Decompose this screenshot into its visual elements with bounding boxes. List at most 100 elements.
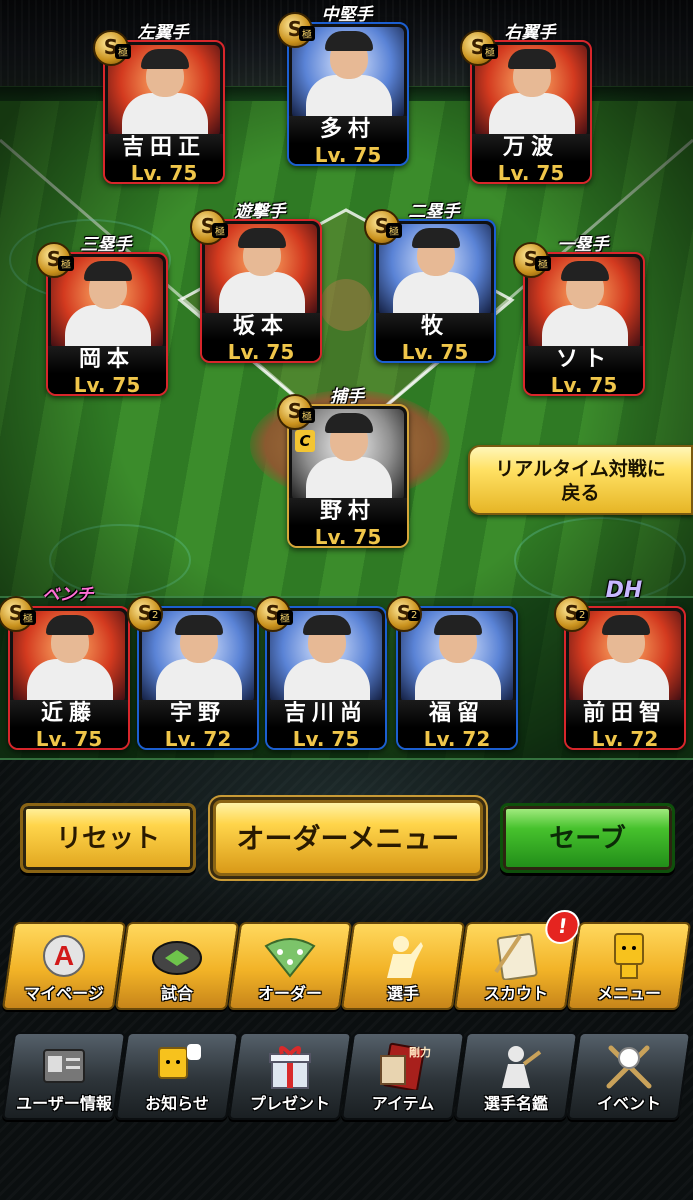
player-level: Lv. 75 [10, 728, 128, 748]
grade-tag: 極 [20, 610, 36, 625]
player-level: Lv. 75 [48, 374, 166, 394]
reset-button[interactable]: リセット [20, 803, 196, 873]
nav-tile-inner: イベント [575, 1034, 683, 1118]
nav-tile[interactable]: オーダー [227, 922, 353, 1010]
player-level: Lv. 75 [376, 341, 494, 361]
player-slot[interactable]: 吉川尚 Lv. 75 S 極 [255, 596, 387, 750]
player-name: 万波 [472, 134, 590, 162]
book-title: 剛力 [409, 1046, 431, 1059]
player-slot[interactable]: 左翼手 吉田正 Lv. 75 S 極 [93, 23, 225, 184]
player-level: Lv. 72 [398, 728, 516, 748]
player-slot[interactable]: 宇野 Lv. 72 S 2 [127, 596, 259, 750]
nav-label: プレゼント [249, 1094, 330, 1113]
player-slot[interactable]: 近藤 Lv. 75 S 極 [0, 596, 130, 750]
order-menu-button[interactable]: オーダーメニュー [213, 800, 483, 876]
grade-tag: 極 [386, 223, 402, 238]
save-button[interactable]: セーブ [500, 803, 675, 873]
grade-tag: 極 [277, 610, 293, 625]
player-level: Lv. 75 [289, 526, 407, 546]
grade-tag: 2 [576, 610, 589, 621]
profile-card-icon [38, 1042, 90, 1090]
nav-label: スカウト [483, 984, 548, 1003]
player-name: 福留 [398, 700, 516, 728]
player-slot[interactable]: 二塁手牧 Lv. 75 S 極 [364, 202, 496, 363]
nav-tile[interactable]: イベント [566, 1032, 692, 1120]
return-to-realtime-battle-button[interactable]: リアルタイム対戦に 戻る [468, 445, 693, 515]
nav-tile-inner: 選手 [349, 924, 457, 1008]
grade-tag: 極 [482, 44, 498, 59]
nav-label: ユーザー情報 [16, 1094, 112, 1113]
grade-tag: 極 [299, 26, 315, 41]
nav-tile-inner: オーダー [236, 924, 344, 1008]
nav-tile-inner: プレゼント [236, 1034, 344, 1118]
nav-label: 試合 [160, 984, 193, 1003]
player-level: Lv. 72 [139, 728, 257, 748]
nav-tile[interactable]: ユーザー情報 [1, 1032, 127, 1120]
player-name: 近藤 [10, 700, 128, 728]
nav-tile[interactable]: プレゼント [227, 1032, 353, 1120]
player-slot[interactable]: 右翼手 万波 Lv. 75 S 極 [460, 23, 592, 184]
captain-icon: C [295, 430, 315, 452]
nav-tile[interactable]: 試合 [114, 922, 240, 1010]
nav-tile-inner: A マイページ [10, 924, 118, 1008]
nav-tile[interactable]: スカウト! [453, 910, 582, 1010]
gift-icon [264, 1042, 316, 1090]
grade-tag: 2 [149, 610, 162, 621]
player-slot[interactable]: 前田智 Lv. 72 S 2 [554, 596, 686, 750]
player-name: 吉田正 [105, 134, 223, 162]
player-slot[interactable]: 捕手 野村 Lv. 75 C S 極 [277, 387, 409, 548]
nav-label: 選手 [386, 984, 419, 1003]
grade-tag: 極 [299, 408, 315, 423]
grade-tag: 極 [535, 256, 551, 271]
player-level: Lv. 75 [202, 341, 320, 361]
main-navigation: A マイページ 試合 オーダー 選手 スカウト! メニュー [0, 910, 693, 1010]
baseball-bats-icon [603, 1042, 655, 1090]
player-slot[interactable]: 三塁手 岡本 Lv. 75 S 極 [36, 235, 168, 396]
nav-label: アイテム [371, 1094, 435, 1113]
nav-tile-inner: 選手名鑑 [462, 1034, 570, 1118]
menu-character-icon [603, 932, 655, 980]
grade-tag: 極 [212, 223, 228, 238]
nav-label: 選手名鑑 [483, 1094, 548, 1113]
player-name: 宇野 [139, 700, 257, 728]
player-name: 前田智 [566, 700, 684, 728]
field-order-icon [264, 932, 316, 980]
a-emblem-icon: A [38, 932, 90, 980]
nav-tile[interactable]: メニュー [566, 922, 692, 1010]
player-slot[interactable]: 一塁手 ソト Lv. 75 S 極 [513, 235, 645, 396]
nav-label: イベント [596, 1094, 661, 1113]
player-level: Lv. 75 [105, 162, 223, 182]
realtime-button-line2: 戻る [561, 482, 600, 504]
player-slot[interactable]: 遊撃手 坂本 Lv. 75 S 極 [190, 202, 322, 363]
player-name: ソト [525, 346, 643, 374]
player-slot[interactable]: 福留 Lv. 72 S 2 [386, 596, 518, 750]
player-name: 野村 [289, 498, 407, 526]
nav-tile[interactable]: 剛力アイテム [340, 1032, 466, 1120]
player-slot[interactable]: 中堅手 多村 Lv. 75 S 極 [277, 5, 409, 166]
nav-tile[interactable]: 選手名鑑 [453, 1032, 579, 1120]
player-name: 牧 [376, 313, 494, 341]
player-level: Lv. 72 [566, 728, 684, 748]
player-level: Lv. 75 [289, 144, 407, 164]
player-name: 坂本 [202, 313, 320, 341]
player-icon [377, 932, 429, 980]
nav-label: メニュー [596, 984, 661, 1003]
nav-tile[interactable]: お知らせ [114, 1032, 240, 1120]
sub-navigation: ユーザー情報 お知らせ プレゼント 剛力 アイテム 選手名鑑 イベント [0, 1030, 693, 1120]
grade-tag: 極 [115, 44, 131, 59]
player-name: 多村 [289, 116, 407, 144]
player-level: Lv. 75 [472, 162, 590, 182]
player-directory-icon [490, 1042, 542, 1090]
nav-tile-inner: 剛力アイテム [349, 1034, 457, 1118]
nav-label: お知らせ [145, 1094, 209, 1113]
svg-text:A: A [54, 940, 74, 971]
realtime-button-line1: リアルタイム対戦に [495, 458, 666, 480]
order-screen: 左翼手 吉田正 Lv. 75 S 極中堅手 多村 Lv. 75 S 極右翼手 万波 Lv. 75 S 極… [0, 0, 693, 1200]
player-name: 吉川尚 [267, 700, 385, 728]
nav-tile[interactable]: 選手 [340, 922, 466, 1010]
grade-tag: 極 [58, 256, 74, 271]
nav-label: オーダー [257, 984, 322, 1003]
nav-tile[interactable]: A マイページ [1, 922, 127, 1010]
grade-tag: 2 [408, 610, 421, 621]
player-level: Lv. 75 [267, 728, 385, 748]
